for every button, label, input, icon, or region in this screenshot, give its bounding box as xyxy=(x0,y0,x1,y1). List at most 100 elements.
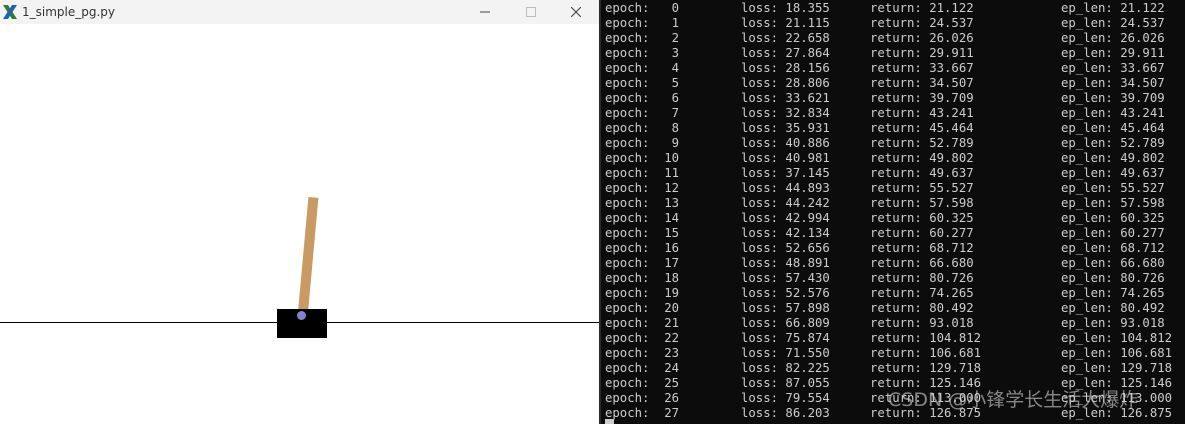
return-field: return: 24.537 xyxy=(870,16,974,30)
return-field: return: 104.812 xyxy=(870,331,982,345)
loss-field: loss: 44.242 xyxy=(741,196,830,210)
return-field: return: 34.507 xyxy=(870,76,974,90)
log-row: epoch: 18 loss: 57.430 return: 80.726 ep_le… xyxy=(605,271,1185,286)
epoch-field: epoch: 0 xyxy=(605,1,680,15)
log-row: epoch: 21 loss: 66.809 return: 93.018 ep_le… xyxy=(605,316,1185,331)
maximize-button[interactable] xyxy=(508,0,554,24)
log-row: epoch: 5 loss: 28.806 return: 34.507 ep_len… xyxy=(605,76,1185,91)
return-field: return: 21.122 xyxy=(870,1,974,15)
loss-field: loss: 71.550 xyxy=(741,346,830,360)
epoch-field: epoch: 1 xyxy=(605,16,680,30)
ep-len-field: ep_len: 49.802 xyxy=(1061,151,1165,165)
loss-field: loss: 28.156 xyxy=(741,61,830,75)
ep-len-field: ep_len: 33.667 xyxy=(1061,61,1165,75)
title-bar[interactable]: 1_simple_pg.py xyxy=(0,0,599,24)
epoch-field: epoch: 27 xyxy=(605,406,680,420)
epoch-field: epoch: 20 xyxy=(605,301,680,315)
loss-field: loss: 42.994 xyxy=(741,211,830,225)
epoch-field: epoch: 11 xyxy=(605,166,680,180)
ep-len-field: ep_len: 26.026 xyxy=(1061,31,1165,45)
return-field: return: 106.681 xyxy=(870,346,982,360)
ep-len-field: ep_len: 45.464 xyxy=(1061,121,1165,135)
return-field: return: 80.726 xyxy=(870,271,974,285)
x-app-icon xyxy=(3,5,17,19)
log-row: epoch: 11 loss: 37.145 return: 49.637 ep_le… xyxy=(605,166,1185,181)
epoch-field: epoch: 18 xyxy=(605,271,680,285)
loss-field: loss: 44.893 xyxy=(741,181,830,195)
log-row: epoch: 12 loss: 44.893 return: 55.527 ep_le… xyxy=(605,181,1185,196)
return-field: return: 68.712 xyxy=(870,241,974,255)
log-row: epoch: 9 loss: 40.886 return: 52.789 ep_len… xyxy=(605,136,1185,151)
loss-field: loss: 28.806 xyxy=(741,76,830,90)
cartpole-canvas xyxy=(0,24,599,424)
return-field: return: 26.026 xyxy=(870,31,974,45)
loss-field: loss: 27.864 xyxy=(741,46,830,60)
close-icon xyxy=(571,7,581,17)
loss-field: loss: 82.225 xyxy=(741,361,830,375)
log-row: epoch: 17 loss: 48.891 return: 66.680 ep_le… xyxy=(605,256,1185,271)
minimize-button[interactable] xyxy=(462,0,508,24)
epoch-field: epoch: 9 xyxy=(605,136,680,150)
ep-len-field: ep_len: 68.712 xyxy=(1061,241,1165,255)
watermark: CSDN @小锋学长生活大爆炸 xyxy=(888,389,1139,411)
ep-len-field: ep_len: 106.681 xyxy=(1061,346,1173,360)
loss-field: loss: 57.898 xyxy=(741,301,830,315)
log-row: epoch: 24 loss: 82.225 return: 129.718 ep_l… xyxy=(605,361,1185,376)
epoch-field: epoch: 8 xyxy=(605,121,680,135)
epoch-field: epoch: 22 xyxy=(605,331,680,345)
loss-field: loss: 42.134 xyxy=(741,226,830,240)
ep-len-field: ep_len: 49.637 xyxy=(1061,166,1165,180)
epoch-field: epoch: 16 xyxy=(605,241,680,255)
log-row: epoch: 22 loss: 75.874 return: 104.812 ep_l… xyxy=(605,331,1185,346)
terminal-cursor xyxy=(605,419,614,424)
return-field: return: 129.718 xyxy=(870,361,982,375)
log-row: epoch: 20 loss: 57.898 return: 80.492 ep_le… xyxy=(605,301,1185,316)
loss-field: loss: 87.055 xyxy=(741,376,830,390)
epoch-field: epoch: 15 xyxy=(605,226,680,240)
log-row: epoch: 19 loss: 52.576 return: 74.265 ep_le… xyxy=(605,286,1185,301)
epoch-field: epoch: 13 xyxy=(605,196,680,210)
window-title: 1_simple_pg.py xyxy=(22,5,116,19)
maximize-icon xyxy=(526,7,536,17)
epoch-field: epoch: 25 xyxy=(605,376,680,390)
loss-field: loss: 32.834 xyxy=(741,106,830,120)
return-field: return: 49.637 xyxy=(870,166,974,180)
epoch-field: epoch: 12 xyxy=(605,181,680,195)
loss-field: loss: 37.145 xyxy=(741,166,830,180)
epoch-field: epoch: 4 xyxy=(605,61,680,75)
ep-len-field: ep_len: 60.325 xyxy=(1061,211,1165,225)
ep-len-field: ep_len: 39.709 xyxy=(1061,91,1165,105)
log-row: epoch: 2 loss: 22.658 return: 26.026 ep_len… xyxy=(605,31,1185,46)
loss-field: loss: 40.981 xyxy=(741,151,830,165)
log-row: epoch: 7 loss: 32.834 return: 43.241 ep_len… xyxy=(605,106,1185,121)
loss-field: loss: 21.115 xyxy=(741,16,830,30)
loss-field: loss: 35.931 xyxy=(741,121,830,135)
return-field: return: 60.325 xyxy=(870,211,974,225)
ep-len-field: ep_len: 52.789 xyxy=(1061,136,1165,150)
ep-len-field: ep_len: 29.911 xyxy=(1061,46,1165,60)
ep-len-field: ep_len: 80.726 xyxy=(1061,271,1165,285)
epoch-field: epoch: 7 xyxy=(605,106,680,120)
epoch-field: epoch: 14 xyxy=(605,211,680,225)
log-row: epoch: 15 loss: 42.134 return: 60.277 ep_le… xyxy=(605,226,1185,241)
epoch-field: epoch: 5 xyxy=(605,76,680,90)
ep-len-field: ep_len: 66.680 xyxy=(1061,256,1165,270)
ep-len-field: ep_len: 104.812 xyxy=(1061,331,1173,345)
epoch-field: epoch: 3 xyxy=(605,46,680,60)
pole-axle xyxy=(297,311,306,320)
training-log: epoch: 0 loss: 18.355 return: 21.122 ep_len… xyxy=(605,1,1185,421)
terminal-output[interactable]: epoch: 0 loss: 18.355 return: 21.122 ep_len… xyxy=(601,0,1185,424)
loss-field: loss: 40.886 xyxy=(741,136,830,150)
epoch-field: epoch: 26 xyxy=(605,391,680,405)
ep-len-field: ep_len: 43.241 xyxy=(1061,106,1165,120)
return-field: return: 29.911 xyxy=(870,46,974,60)
return-field: return: 93.018 xyxy=(870,316,974,330)
epoch-field: epoch: 21 xyxy=(605,316,680,330)
epoch-field: epoch: 2 xyxy=(605,31,680,45)
return-field: return: 45.464 xyxy=(870,121,974,135)
log-row: epoch: 13 loss: 44.242 return: 57.598 ep_le… xyxy=(605,196,1185,211)
epoch-field: epoch: 19 xyxy=(605,286,680,300)
close-button[interactable] xyxy=(553,0,599,24)
loss-field: loss: 52.656 xyxy=(741,241,830,255)
ep-len-field: ep_len: 60.277 xyxy=(1061,226,1165,240)
